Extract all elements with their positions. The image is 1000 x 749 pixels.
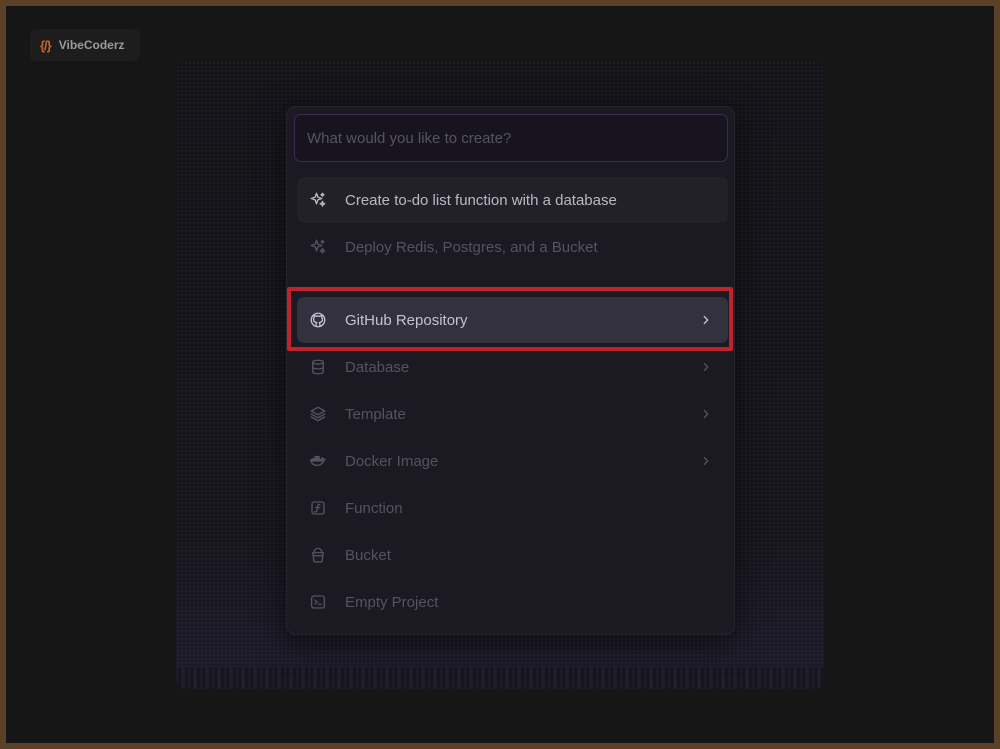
layers-icon [309,405,327,423]
chevron-right-icon [698,453,714,469]
option-label: Template [345,405,406,423]
canvas-footer-strip [176,667,824,689]
sparkles-icon [309,238,327,256]
option-label: Docker Image [345,452,439,470]
option-label: GitHub Repository [345,311,468,329]
function-icon [309,499,327,517]
suggestion-create-todo[interactable]: Create to-do list function with a databa… [297,177,728,223]
search-input[interactable] [295,115,727,161]
chevron-right-icon [698,406,714,422]
option-label: Bucket [345,546,391,564]
option-label: Database [345,358,410,376]
option-function[interactable]: Function [297,485,728,531]
sparkles-icon [309,191,327,209]
docker-icon [309,452,327,470]
chevron-right-icon [698,312,714,328]
brand-name: VibeCoderz [58,38,125,52]
option-label: Empty Project [345,593,439,611]
option-template[interactable]: Template [297,391,728,437]
github-icon [309,311,327,329]
terminal-icon [309,593,327,611]
chevron-right-icon [698,359,714,375]
option-database[interactable]: Database [297,344,728,390]
option-github-repository[interactable]: GitHub Repository [297,297,728,343]
option-bucket[interactable]: Bucket [297,532,728,578]
create-command-palette: Create to-do list function with a databa… [286,106,735,635]
option-empty-project[interactable]: Empty Project [297,579,728,625]
brand-badge[interactable]: {/} VibeCoderz [30,29,140,61]
search-box [294,114,728,162]
database-icon [309,358,327,376]
bucket-icon [309,546,327,564]
option-label: Function [345,499,403,517]
suggestion-label: Deploy Redis, Postgres, and a Bucket [345,238,598,256]
option-docker-image[interactable]: Docker Image [297,438,728,484]
suggestion-label: Create to-do list function with a databa… [345,191,617,209]
vibecoderz-logo-icon: {/} [40,37,52,53]
suggestion-deploy-redis[interactable]: Deploy Redis, Postgres, and a Bucket [297,224,728,270]
